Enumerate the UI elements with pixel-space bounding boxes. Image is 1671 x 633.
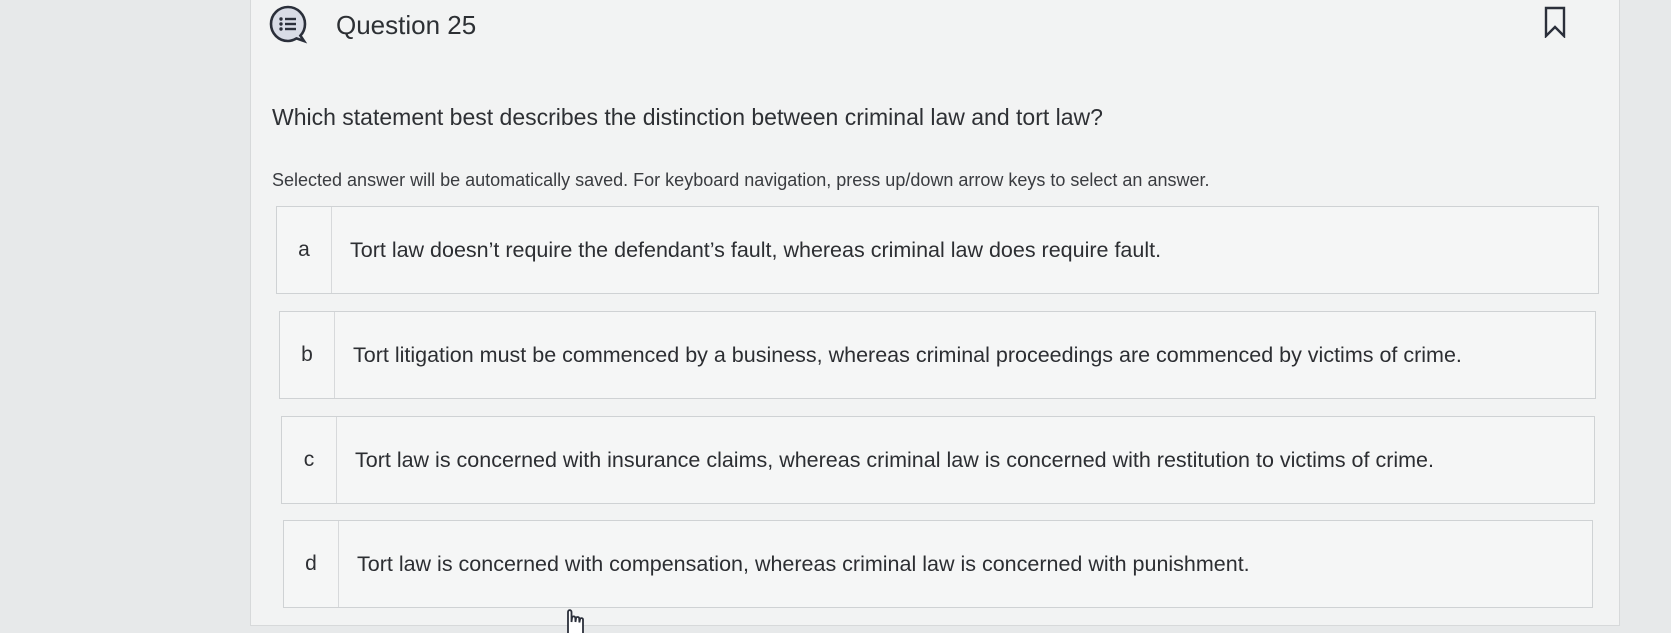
hand-pointer-icon (558, 604, 592, 633)
option-letter: c (282, 417, 337, 503)
option-letter: b (280, 312, 335, 398)
question-text: Which statement best describes the disti… (272, 104, 1103, 130)
option-text: Tort law doesn’t require the defendant’s… (350, 237, 1162, 262)
bookmark-icon[interactable] (1543, 6, 1567, 39)
answer-option-a[interactable]: a Tort law doesn’t require the defendant… (276, 206, 1599, 294)
answer-option-b[interactable]: b Tort litigation must be commenced by a… (279, 311, 1596, 399)
answer-instructions: Selected answer will be automatically sa… (272, 170, 1210, 190)
question-list-icon (268, 4, 308, 44)
option-text: Tort law is concerned with compensation,… (357, 551, 1250, 576)
option-text: Tort litigation must be commenced by a b… (353, 342, 1462, 367)
answer-option-d[interactable]: d Tort law is concerned with compensatio… (283, 520, 1593, 608)
page: Question 25 Which statement best describ… (0, 0, 1671, 633)
option-letter: a (277, 207, 332, 293)
option-text: Tort law is concerned with insurance cla… (355, 447, 1434, 472)
answer-option-c[interactable]: c Tort law is concerned with insurance c… (281, 416, 1595, 504)
question-title: Question 25 (336, 10, 477, 40)
option-letter: d (284, 521, 339, 607)
